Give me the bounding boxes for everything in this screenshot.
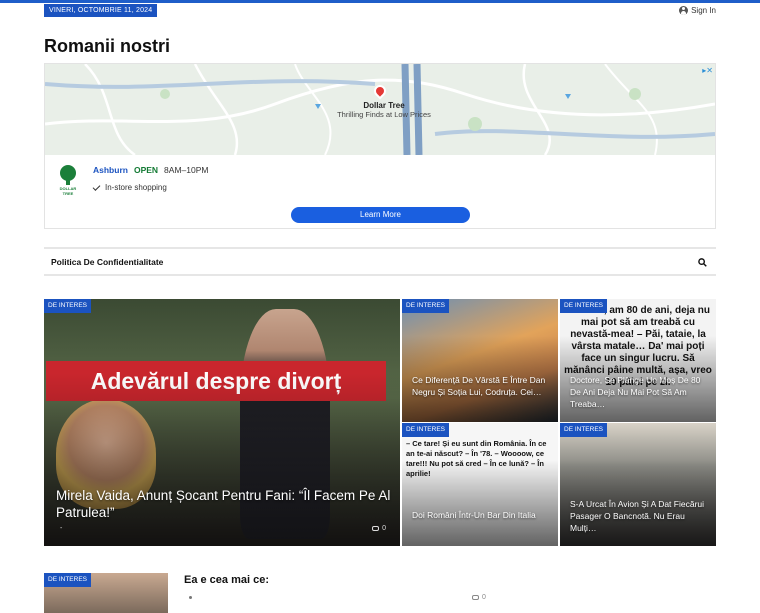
store-feature: In-store shopping: [92, 182, 167, 192]
store-tagline: Thrilling Finds at Low Prices: [337, 110, 431, 119]
comment-icon: [372, 526, 380, 531]
store-location: Ashburn OPEN 8AM–10PM: [93, 165, 208, 175]
tree-trunk: [66, 179, 70, 185]
search-icon[interactable]: [698, 258, 707, 267]
store-hours: 8AM–10PM: [164, 165, 209, 175]
adchoices-icon[interactable]: ▸✕: [702, 66, 713, 75]
date-label: VINERI, OCTOMBRIE 11, 2024: [44, 4, 158, 17]
article-thumbnail[interactable]: DE INTERES: [44, 573, 168, 613]
sign-in-link[interactable]: Sign In: [679, 6, 716, 15]
ad-banner[interactable]: ▸✕ Dollar Tree Thrilling Finds at Low Pr…: [44, 63, 716, 229]
featured-article[interactable]: DE INTERES Adevărul despre divorț Mirela…: [44, 299, 400, 546]
store-name: Dollar Tree: [363, 101, 405, 110]
category-badge[interactable]: DE INTERES: [402, 423, 450, 437]
article-card[interactable]: DE INTERES – Ce tare! Și eu sunt din Rom…: [402, 423, 558, 546]
nav-item-privacy[interactable]: Politica De Confidentialitate: [51, 257, 163, 267]
sign-in-label: Sign In: [691, 6, 716, 15]
user-icon: [679, 6, 689, 15]
logo-text: DOLLAR TREE: [59, 186, 77, 196]
comment-count-value: 0: [382, 525, 386, 532]
article-title[interactable]: Ea e cea mai ce:: [184, 574, 269, 586]
article-title[interactable]: S-A Urcat În Avion Și A Dat Fiecărui Pas…: [570, 498, 708, 534]
store-city: Ashburn: [93, 165, 128, 175]
category-badge[interactable]: DE INTERES: [44, 299, 92, 313]
article-meta: -: [60, 525, 63, 532]
map-store-label: Dollar Tree Thrilling Finds at Low Price…: [329, 101, 439, 119]
article-title[interactable]: Doctore, Se Plânge Un Moș De 80 De Ani D…: [570, 374, 708, 410]
store-feature-label: In-store shopping: [105, 183, 167, 192]
store-info: DOLLAR TREE Ashburn OPEN 8AM–10PM In-sto…: [45, 155, 715, 203]
main-nav: Politica De Confidentialitate: [44, 247, 716, 276]
featured-grid: DE INTERES Adevărul despre divorț Mirela…: [44, 299, 716, 546]
article-title[interactable]: Mirela Vaida, Anunț Șocant Pentru Fani: …: [56, 487, 392, 521]
article-card[interactable]: DE INTERES Doctore, am 80 de ani, deja n…: [560, 299, 716, 422]
meta-dot: [189, 596, 192, 599]
article-title[interactable]: Doi Români Într-Un Bar Din Italia: [412, 509, 550, 521]
category-badge[interactable]: DE INTERES: [560, 423, 608, 437]
ad-map[interactable]: ▸✕ Dollar Tree Thrilling Finds at Low Pr…: [45, 64, 715, 155]
article-title[interactable]: Ce Diferență De Vârstă E Între Dan Negru…: [412, 374, 550, 398]
category-badge[interactable]: DE INTERES: [560, 299, 608, 313]
store-status: OPEN: [133, 165, 159, 175]
article-card[interactable]: DE INTERES Ce Diferență De Vârstă E Într…: [402, 299, 558, 422]
category-badge[interactable]: DE INTERES: [44, 573, 92, 587]
check-icon: [92, 182, 101, 191]
learn-more-button[interactable]: Learn More: [291, 207, 470, 223]
category-badge[interactable]: DE INTERES: [402, 299, 450, 313]
dollar-tree-logo: DOLLAR TREE: [55, 165, 81, 196]
comment-icon: [472, 595, 479, 600]
image-shade: [402, 459, 558, 546]
top-bar: VINERI, OCTOMBRIE 11, 2024 Sign In: [44, 3, 716, 19]
article-card[interactable]: DE INTERES S-A Urcat În Avion Și A Dat F…: [560, 423, 716, 546]
comment-count[interactable]: 0: [372, 525, 386, 532]
site-logo[interactable]: Romanii nostri: [44, 36, 170, 57]
